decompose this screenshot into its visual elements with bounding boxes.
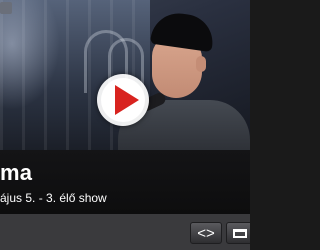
performer-ear	[196, 56, 206, 72]
video-player[interactable]: ma ájus 5. - 3. élő show <>	[0, 0, 250, 250]
fullscreen-button[interactable]	[226, 222, 250, 244]
channel-logo	[0, 2, 12, 14]
fullscreen-icon	[233, 228, 247, 238]
video-subtitle: ájus 5. - 3. élő show	[0, 191, 107, 205]
stage-light	[0, 0, 60, 110]
video-info-band: ma ájus 5. - 3. élő show	[0, 150, 250, 214]
video-title: ma	[0, 160, 33, 185]
code-brackets-icon: <>	[197, 224, 215, 242]
play-icon	[115, 85, 139, 115]
play-button[interactable]	[97, 74, 149, 126]
embed-button[interactable]: <>	[190, 222, 222, 244]
control-bar: <>	[0, 214, 250, 250]
